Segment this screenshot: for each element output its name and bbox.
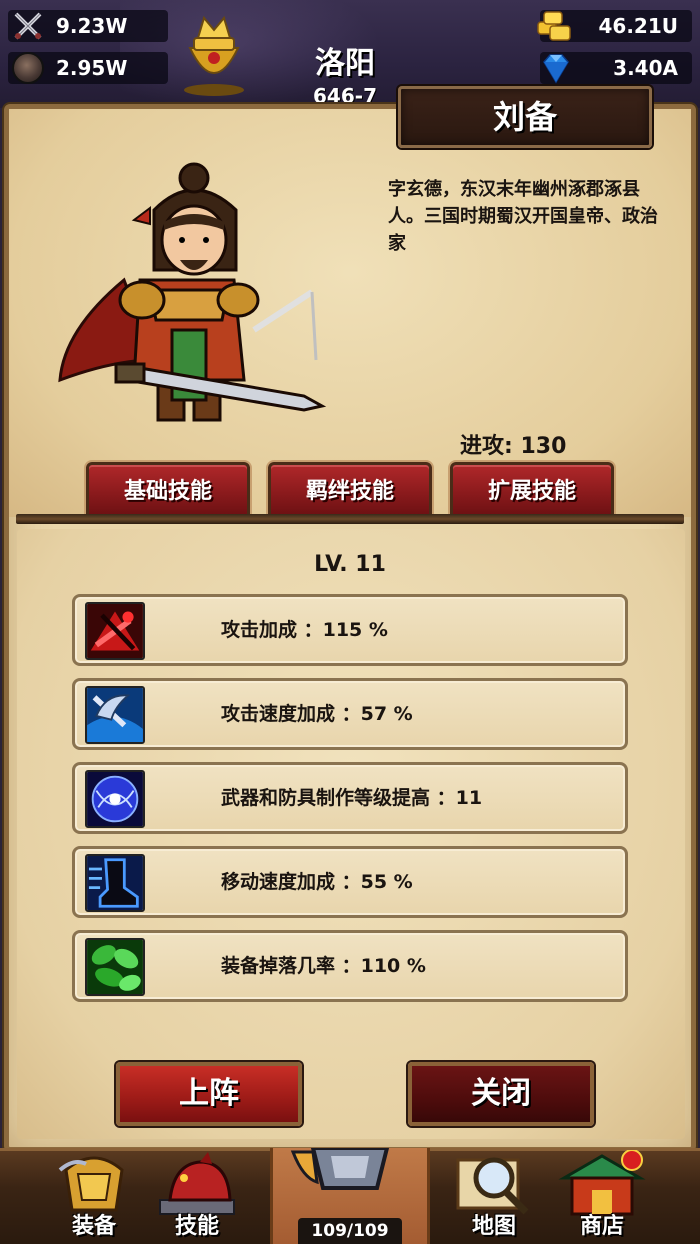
gold-value: 46.21U bbox=[598, 14, 678, 38]
attack-speed-icon bbox=[85, 686, 145, 744]
golden-cauldron-emblem-icon[interactable] bbox=[176, 8, 252, 98]
skill-row-crafting-level[interactable]: 武器和防具制作等级提高 ：11 bbox=[72, 762, 628, 834]
nav-map-label: 地图 bbox=[471, 1214, 516, 1239]
gold-ingot-icon bbox=[537, 11, 571, 41]
diamond-icon bbox=[543, 54, 569, 84]
tab-bond-skills-label: 羁绊技能 bbox=[305, 479, 394, 504]
attack-power-resource: 9.23W bbox=[8, 10, 168, 42]
helmet-icon bbox=[290, 1146, 390, 1190]
nav-shop-label: 商店 bbox=[579, 1214, 624, 1239]
hero-attack-stat: 进攻: 130 bbox=[460, 434, 567, 459]
skill-drop-rate-text: 装备掉落几率 ：110 % bbox=[221, 955, 426, 977]
hero-name: 刘备 bbox=[492, 98, 557, 136]
close-button[interactable]: 关闭 bbox=[408, 1062, 594, 1126]
skill-attack-speed-text: 攻击速度加成 ：57 % bbox=[221, 703, 413, 725]
unit-count: 109/109 bbox=[298, 1218, 402, 1244]
attack-power-value: 9.23W bbox=[56, 14, 128, 38]
defense-power-value: 2.95W bbox=[56, 56, 128, 80]
crafting-level-icon bbox=[85, 770, 145, 828]
city-name: 洛阳 bbox=[315, 46, 375, 81]
defense-power-resource: 2.95W bbox=[8, 52, 168, 84]
skill-level: LV. 11 bbox=[314, 552, 386, 577]
deploy-button[interactable]: 上阵 bbox=[116, 1062, 302, 1126]
tab-extended-skills-label: 扩展技能 bbox=[487, 479, 576, 504]
nav-skills-label: 技能 bbox=[174, 1214, 219, 1239]
drop-rate-icon bbox=[85, 938, 145, 996]
tab-bond-skills[interactable]: 羁绊技能 bbox=[268, 462, 432, 520]
gem-value: 3.40A bbox=[613, 56, 678, 80]
nav-equipment-label: 装备 bbox=[71, 1214, 116, 1239]
nav-equipment[interactable]: 装备 bbox=[56, 1150, 132, 1244]
attack-bonus-icon bbox=[85, 602, 145, 660]
tab-basic-skills[interactable]: 基础技能 bbox=[86, 462, 250, 520]
skill-crafting-level-text: 武器和防具制作等级提高 ：11 bbox=[221, 787, 483, 809]
close-button-label: 关闭 bbox=[471, 1076, 531, 1111]
skill-attack-bonus-text: 攻击加成 ：115 % bbox=[221, 619, 388, 641]
move-speed-icon bbox=[85, 854, 145, 912]
hero-name-plate: 刘备 bbox=[398, 86, 652, 148]
nav-skills[interactable]: 技能 bbox=[150, 1150, 244, 1244]
skill-row-drop-rate[interactable]: 装备掉落几率 ：110 % bbox=[72, 930, 628, 1002]
skill-row-attack-bonus[interactable]: 攻击加成 ：115 % bbox=[72, 594, 628, 666]
crossed-swords-icon bbox=[14, 12, 42, 40]
tab-basic-skills-label: 基础技能 bbox=[123, 479, 212, 504]
gold-resource[interactable]: 46.21U bbox=[537, 10, 692, 42]
hero-portrait-icon bbox=[58, 162, 327, 422]
hero-biography: 字玄德，东汉末年幽州涿郡涿县人。三国时期蜀汉开国皇帝、政治家 bbox=[388, 179, 658, 254]
shield-icon bbox=[12, 52, 44, 84]
deploy-button-label: 上阵 bbox=[179, 1076, 239, 1111]
gem-resource[interactable]: 3.40A bbox=[540, 52, 692, 84]
skill-row-attack-speed[interactable]: 攻击速度加成 ：57 % bbox=[72, 678, 628, 750]
nav-shop[interactable]: 商店 bbox=[556, 1150, 648, 1244]
skill-row-move-speed[interactable]: 移动速度加成 ：55 % bbox=[72, 846, 628, 918]
nav-map[interactable]: 地图 bbox=[452, 1150, 536, 1244]
panel-divider bbox=[16, 514, 684, 524]
skill-move-speed-text: 移动速度加成 ：55 % bbox=[221, 871, 413, 893]
tab-extended-skills[interactable]: 扩展技能 bbox=[450, 462, 614, 520]
